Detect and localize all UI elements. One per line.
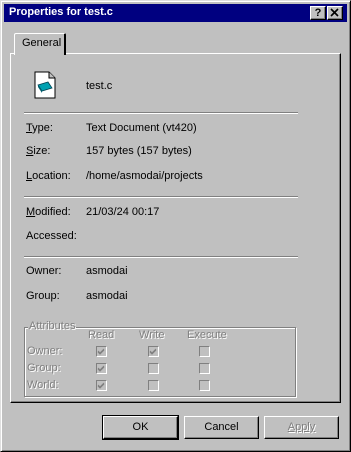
cancel-button[interactable]: Cancel bbox=[184, 416, 259, 439]
separator bbox=[24, 112, 298, 114]
checkbox-group-write[interactable] bbox=[148, 363, 159, 374]
group-value: asmodai bbox=[86, 290, 128, 302]
attributes-title: Attributes bbox=[28, 320, 77, 332]
separator bbox=[24, 196, 298, 198]
tab-general-label: General bbox=[22, 37, 62, 49]
modified-label: Modified: bbox=[26, 206, 71, 218]
window-title: Properties for test.c bbox=[9, 6, 113, 18]
row-owner-label: Owner: bbox=[27, 345, 63, 357]
apply-button[interactable]: Apply bbox=[264, 416, 339, 439]
checkbox-world-read[interactable] bbox=[96, 380, 107, 391]
close-button[interactable] bbox=[327, 6, 343, 20]
size-label: Size: bbox=[26, 145, 51, 157]
row-group-label: Group: bbox=[27, 362, 61, 374]
checkmark-icon bbox=[97, 348, 105, 355]
checkmark-icon bbox=[149, 348, 157, 355]
tab-general[interactable]: General bbox=[14, 33, 66, 55]
cancel-button-label: Cancel bbox=[204, 421, 239, 433]
owner-label: Owner: bbox=[26, 265, 62, 277]
type-value: Text Document (vt420) bbox=[86, 122, 197, 134]
row-world-label: World: bbox=[27, 379, 59, 391]
ok-button-label: OK bbox=[132, 421, 149, 433]
checkmark-icon bbox=[97, 382, 105, 389]
checkbox-owner-read[interactable] bbox=[96, 346, 107, 357]
column-write: Write bbox=[139, 329, 165, 341]
separator bbox=[24, 256, 298, 258]
ok-button[interactable]: OK bbox=[102, 415, 179, 440]
checkbox-group-read[interactable] bbox=[96, 363, 107, 374]
modified-value: 21/03/24 00:17 bbox=[86, 206, 160, 218]
checkbox-owner-write[interactable] bbox=[148, 346, 159, 357]
apply-button-label: Apply bbox=[287, 421, 316, 433]
help-button[interactable]: ? bbox=[310, 6, 326, 20]
checkbox-owner-execute[interactable] bbox=[199, 346, 210, 357]
title-bar[interactable]: Properties for test.c ? bbox=[4, 4, 347, 22]
checkmark-icon bbox=[97, 365, 105, 372]
size-value: 157 bytes (157 bytes) bbox=[86, 145, 192, 157]
location-label: Location: bbox=[26, 170, 71, 182]
accessed-label: Accessed: bbox=[26, 230, 77, 242]
column-execute: Execute bbox=[187, 329, 227, 341]
column-read: Read bbox=[88, 329, 115, 341]
checkbox-group-execute[interactable] bbox=[199, 363, 210, 374]
file-name: test.c bbox=[86, 80, 113, 92]
close-icon bbox=[330, 8, 339, 17]
owner-value: asmodai bbox=[86, 265, 128, 277]
group-label: Group: bbox=[26, 290, 60, 302]
checkbox-world-execute[interactable] bbox=[199, 380, 210, 391]
type-label: Type: bbox=[26, 122, 53, 134]
checkbox-world-write[interactable] bbox=[148, 380, 159, 391]
location-value: /home/asmodai/projects bbox=[86, 170, 203, 182]
text-document-icon bbox=[34, 71, 56, 99]
